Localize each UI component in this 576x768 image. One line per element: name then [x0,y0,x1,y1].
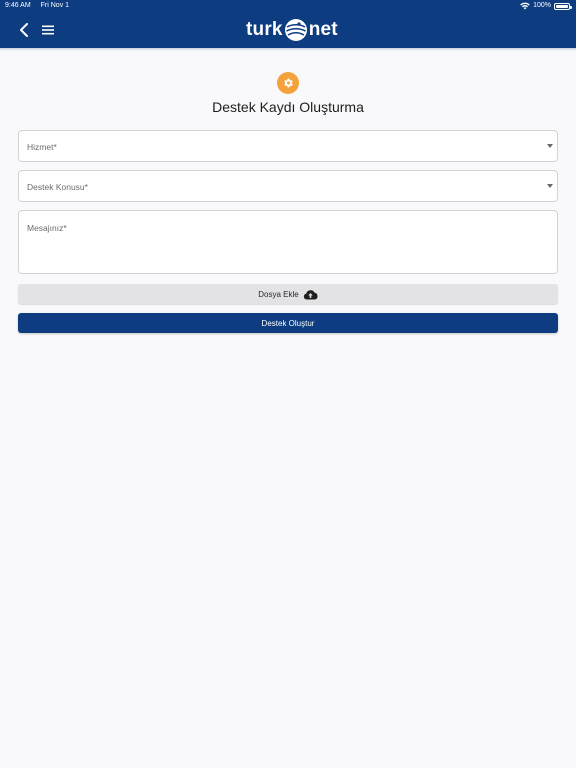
menu-button[interactable] [38,20,58,40]
create-ticket-button[interactable]: Destek Oluştur [18,313,558,333]
subject-select-label: Destek Konusu* [27,182,88,192]
status-time: 9:46 AM [5,2,31,9]
status-date: Fri Nov 1 [40,2,70,9]
globe-logo-icon [284,19,307,41]
message-textarea[interactable]: Mesajınız* [18,210,558,274]
service-select[interactable]: Hizmet* [18,130,558,162]
cloud-upload-icon [303,289,318,299]
status-right: 100% [520,0,572,12]
turknet-logo: turk net [246,16,338,44]
logo-text-left: turk [246,19,283,40]
attach-file-label: Dosya Ekle [258,289,299,299]
gear-glyph [284,78,293,88]
battery-icon [554,3,572,10]
gear-icon [277,72,299,94]
logo-text-right: net [308,19,338,40]
header-shadow [0,48,576,51]
battery-percent: 100% [533,2,551,9]
status-left: 9:46 AM Fri Nov 1 [5,0,77,12]
app-header: 9:46 AM Fri Nov 1 100% turk net [0,0,576,48]
caret-down-icon [547,144,553,148]
message-textarea-label: Mesajınız* [27,223,67,233]
chevron-left-icon [20,23,28,37]
service-select-label: Hizmet* [27,142,57,152]
back-button[interactable] [14,20,34,40]
caret-down-icon [547,184,553,188]
status-bar: 9:46 AM Fri Nov 1 100% [0,0,576,12]
subject-select[interactable]: Destek Konusu* [18,170,558,202]
page-title: Destek Kaydı Oluşturma [212,99,364,115]
attach-file-button[interactable]: Dosya Ekle [18,284,558,304]
create-ticket-label: Destek Oluştur [261,318,315,328]
hamburger-menu-icon [42,25,54,35]
wifi-icon [520,2,530,10]
